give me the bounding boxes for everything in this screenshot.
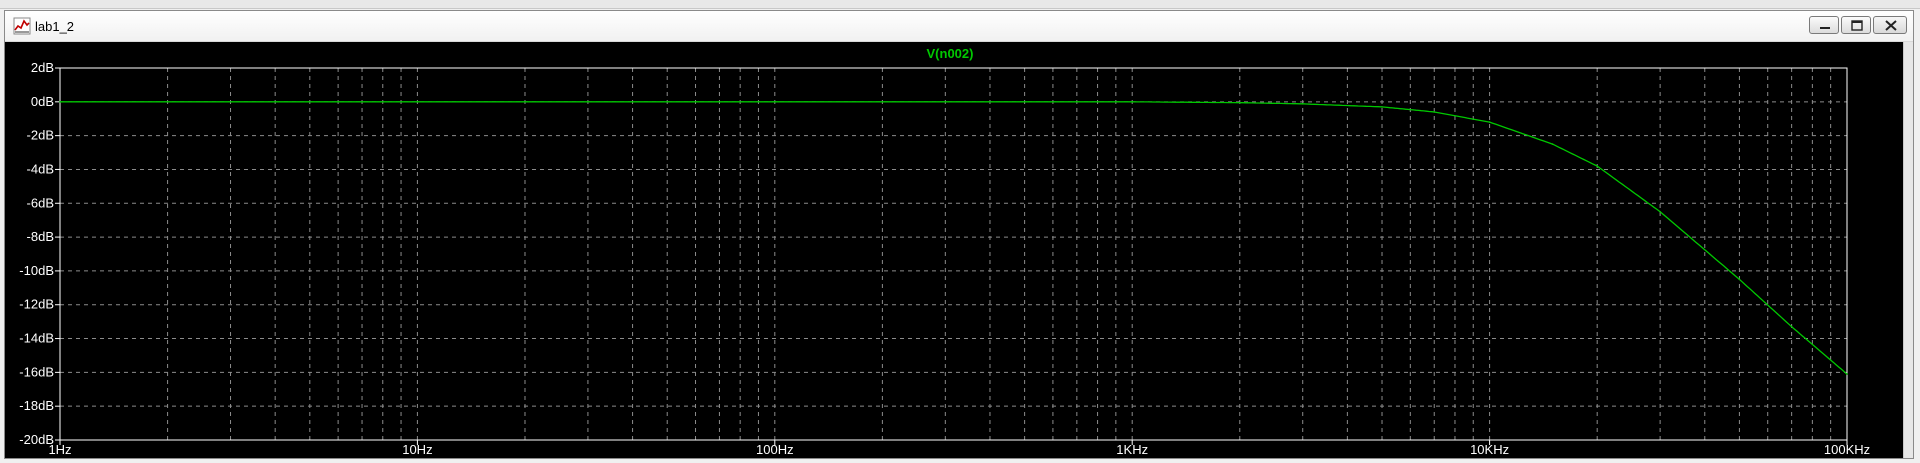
data-point [1381,106,1383,108]
plot-frame [59,67,1848,441]
data-point [1301,103,1304,105]
x-tick-label: 100Hz [756,442,794,457]
bode-plot[interactable]: V(n002) 2dB 0dB -2dB -4dB -6dB -8dB -10dB -12dB… [5,42,1903,458]
data-point [1131,101,1133,103]
data-point [1488,121,1491,123]
y-tick-label: -2dB [27,128,54,143]
axes: 2dB 0dB -2dB -4dB -6dB -8dB -10dB -12dB -14dB -16… [19,60,1870,457]
x-tick-label: 1KHz [1116,442,1148,457]
trace-label[interactable]: V(n002) [927,46,974,61]
window-title: lab1_2 [35,19,75,34]
trace-line [60,101,1848,375]
x-tick-label: 100KHz [1824,442,1870,457]
trace [59,101,1848,375]
waveform-window[interactable]: lab1_2 V(n002) 2dB 0dB -2dB -4dB -6dB -8dB -10… [4,10,1914,459]
y-tick-label: -14dB [19,331,54,346]
close-button[interactable] [1873,16,1907,34]
data-point [59,101,61,103]
data-point [1433,111,1436,113]
y-tick-label: -6dB [27,195,54,210]
data-point [416,101,419,103]
x-tick-label: 1Hz [48,442,71,457]
y-tick-label: -4dB [27,161,54,176]
y-tick-label: 0dB [31,94,54,109]
x-tick-label: 10KHz [1470,442,1509,457]
maximize-icon [1851,20,1863,31]
plot-pane[interactable]: V(n002) 2dB 0dB -2dB -4dB -6dB -8dB -10dB -12dB… [5,42,1913,458]
data-point [1738,278,1741,281]
y-tick-label: 2dB [31,60,54,75]
data-point [774,101,776,103]
data-point [1238,101,1241,104]
data-point [1790,325,1793,328]
maximize-button[interactable] [1841,16,1871,34]
close-icon [1885,20,1897,31]
data-point [1659,210,1661,213]
y-tick-label: -10dB [19,263,54,278]
minimize-button[interactable] [1809,16,1839,34]
desktop-background [0,0,1920,9]
grid [60,68,1847,440]
y-tick-label: -8dB [27,229,54,244]
x-tick-label: 10Hz [402,442,432,457]
data-point [1846,373,1848,375]
title-bar[interactable]: lab1_2 [5,11,1913,42]
y-tick-label: -12dB [19,297,54,312]
data-point [1596,165,1598,167]
y-tick-label: -18dB [19,398,54,413]
y-tick-label: -16dB [19,364,54,379]
waveform-icon [13,17,31,35]
data-point [1551,143,1554,145]
vertical-scrollbar[interactable] [1903,42,1913,458]
minimize-icon [1820,27,1830,29]
